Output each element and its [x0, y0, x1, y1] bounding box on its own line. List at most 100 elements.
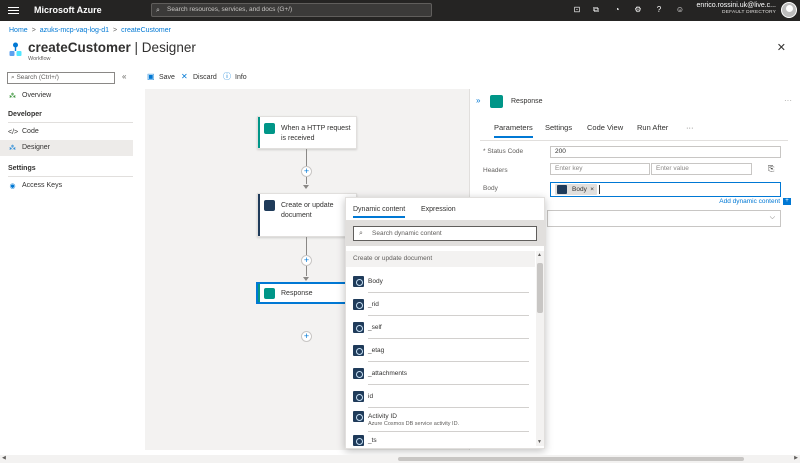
tab-parameters[interactable]: Parameters [494, 123, 533, 138]
response-icon [490, 95, 503, 108]
user-account[interactable]: enrico.rossini.uk@live.c... DEFAULT DIRE… [697, 2, 776, 15]
overview-icon: ⁂ [9, 93, 16, 100]
action-card-response[interactable]: Response [257, 283, 357, 303]
remove-token-icon[interactable]: × [590, 184, 594, 195]
add-dynamic-icon: + [783, 198, 791, 205]
cosmos-db-icon [353, 345, 364, 356]
http-request-icon [264, 123, 275, 134]
tab-dynamic-content[interactable]: Dynamic content [353, 206, 406, 218]
nav-item-designer[interactable]: ⁂ Designer [0, 140, 133, 156]
dynamic-item-self[interactable]: _self [353, 322, 529, 341]
breadcrumb: Home > azuks-mcp-vaq-log-d1 > createCustomer [9, 27, 171, 34]
dynamic-item-ts[interactable]: _ts [353, 435, 529, 447]
notifications-icon[interactable]: ◔ [611, 4, 623, 16]
nav-heading-developer: Developer [8, 111, 42, 118]
insert-step-button[interactable]: + [301, 255, 312, 266]
close-icon[interactable]: ✕ [777, 41, 786, 54]
add-step-button[interactable]: + [301, 331, 312, 342]
nav-search-input[interactable]: ⌕ Search (Ctrl+/) [7, 72, 115, 84]
settings-icon[interactable]: ⚙ [632, 4, 644, 16]
section-header-create-or-update-document: Create or update document [346, 251, 535, 267]
tab-run-after[interactable]: Run After [637, 123, 668, 132]
designer-icon: ⁂ [9, 145, 16, 152]
nav-item-access-keys[interactable]: ◉ Access Keys [0, 178, 133, 194]
tab-settings[interactable]: Settings [545, 123, 572, 132]
info-icon: ⓘ [223, 72, 231, 81]
dynamic-item-rid[interactable]: _rid [353, 299, 529, 318]
dynamic-item-body[interactable]: Body [353, 276, 529, 295]
header-value-input[interactable]: Enter value [651, 163, 752, 175]
menu-icon[interactable] [8, 5, 19, 16]
tabs-more-icon[interactable]: ··· [686, 123, 694, 132]
status-code-input[interactable]: 200 [550, 146, 781, 158]
search-icon: ⌕ [156, 7, 160, 14]
help-icon[interactable]: ? [653, 4, 665, 16]
scroll-left-icon[interactable]: ◀ [2, 455, 6, 461]
dynamic-content-search-input[interactable]: ⌕ Search dynamic content [353, 226, 537, 241]
add-dynamic-content-link[interactable]: Add dynamic content + [719, 198, 791, 205]
popup-scrollbar[interactable]: ▲ ▼ [536, 251, 544, 446]
popup-scrollbar-thumb[interactable] [537, 263, 543, 313]
tab-expression[interactable]: Expression [421, 206, 456, 213]
horizontal-scrollbar[interactable]: ◀ ▶ [0, 455, 800, 463]
global-search-input[interactable]: ⌕ Search resources, services, and docs (… [151, 3, 432, 17]
brand-name[interactable]: Microsoft Azure [34, 5, 102, 15]
save-button[interactable]: ▣ Save [147, 71, 175, 83]
headers-label: Headers [483, 167, 508, 174]
nav-heading-settings: Settings [8, 165, 36, 172]
breadcrumb-home[interactable]: Home [9, 27, 28, 34]
discard-button[interactable]: ✕ Discard [181, 71, 217, 83]
code-icon: </> [8, 129, 19, 136]
cosmos-db-icon [353, 276, 364, 287]
action-card-create-or-update-document[interactable]: Create or update document [257, 193, 357, 237]
global-search-placeholder: Search resources, services, and docs (G+… [167, 6, 293, 13]
avatar[interactable] [781, 2, 797, 18]
nav-item-overview[interactable]: ⁂ Overview [0, 88, 133, 104]
trigger-card-http-request[interactable]: When a HTTP request is received [257, 116, 357, 149]
dynamic-content-popup: Dynamic content Expression ⌕ Search dyna… [345, 197, 546, 449]
cosmos-db-icon [353, 411, 364, 422]
workflow-icon [9, 42, 22, 56]
header-key-input[interactable]: Enter key [550, 163, 650, 175]
dynamic-item-attachments[interactable]: _attachments [353, 368, 529, 387]
directory-filter-icon[interactable]: ⧉ [590, 4, 602, 16]
nav-item-code[interactable]: </> Code [0, 124, 133, 140]
status-code-label: * Status Code [483, 148, 524, 155]
top-bar: Microsoft Azure ⌕ Search resources, serv… [0, 0, 800, 21]
discard-icon: ✕ [181, 72, 188, 81]
cosmos-db-icon [353, 435, 364, 446]
user-directory: DEFAULT DIRECTORY [722, 10, 776, 15]
scroll-right-icon[interactable]: ▶ [794, 455, 798, 461]
dynamic-item-id[interactable]: id [353, 391, 529, 410]
collapse-nav-icon[interactable]: « [122, 72, 126, 81]
scroll-down-icon: ▼ [537, 439, 542, 445]
body-token[interactable]: Body × [555, 184, 597, 195]
dynamic-item-etag[interactable]: _etag [353, 345, 529, 364]
panel-title: Response [511, 98, 543, 105]
info-button[interactable]: ⓘ Info [223, 71, 247, 83]
switch-to-text-mode-icon[interactable]: ⎘ [768, 164, 774, 174]
dynamic-item-activity-id[interactable]: Activity ID Azure Cosmos DB service acti… [353, 411, 529, 433]
breadcrumb-workflow[interactable]: createCustomer [121, 27, 171, 34]
panel-more-icon[interactable]: ··· [784, 96, 792, 105]
tab-code-view[interactable]: Code View [587, 123, 623, 132]
left-nav: ⌕ Search (Ctrl+/) « ⁂ Overview Developer… [0, 68, 134, 463]
user-name: enrico.rossini.uk@live.c... [696, 2, 776, 9]
insert-step-button[interactable]: + [301, 166, 312, 177]
cloud-shell-icon[interactable]: ⊡ [571, 4, 583, 16]
search-icon: ⌕ [359, 230, 363, 237]
save-icon: ▣ [147, 72, 155, 81]
expand-panel-icon[interactable]: » [476, 96, 480, 105]
horizontal-scrollbar-thumb[interactable] [398, 457, 744, 461]
cosmos-db-icon [353, 322, 364, 333]
page-subtitle: Workflow [28, 56, 51, 62]
cosmos-db-icon [557, 185, 567, 194]
response-icon [264, 288, 275, 299]
scroll-up-icon: ▲ [537, 252, 542, 258]
breadcrumb-logic-app[interactable]: azuks-mcp-vaq-log-d1 [40, 27, 109, 34]
cosmos-db-icon [353, 391, 364, 402]
cosmos-db-icon [264, 200, 275, 211]
add-new-parameter-dropdown[interactable]: ⌵ [547, 210, 781, 227]
more-options-icon[interactable]: ··· [186, 42, 195, 52]
feedback-icon[interactable]: ☺ [674, 4, 686, 16]
